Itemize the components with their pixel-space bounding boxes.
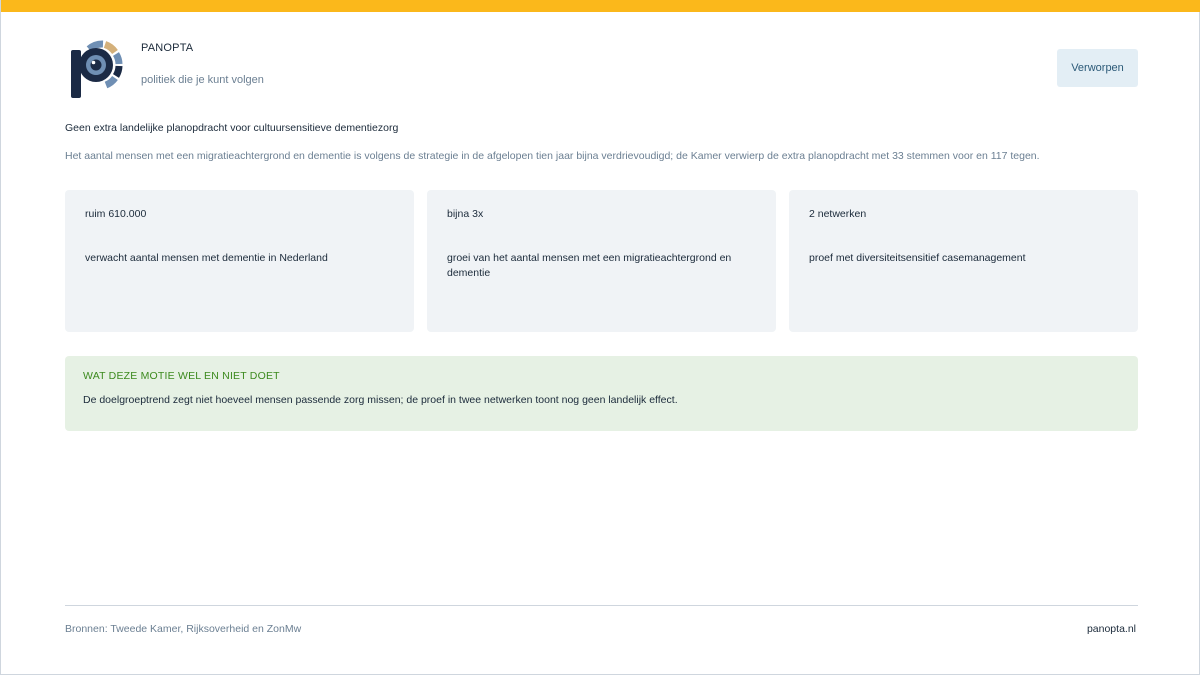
motion-note: WAT DEZE MOTIE WEL EN NIET DOET De doelg…	[65, 356, 1138, 431]
motion-title: Geen extra landelijke planopdracht voor …	[65, 122, 399, 134]
page-frame: PANOPTA politiek die je kunt volgen Verw…	[0, 0, 1200, 675]
accent-bar	[1, 0, 1200, 12]
stat-description: proef met diversiteitsensitief casemanag…	[809, 252, 1026, 264]
stat-description: groei van het aantal mensen met een migr…	[447, 252, 732, 279]
stat-card: bijna 3x groei van het aantal mensen met…	[427, 190, 776, 332]
brand-tagline: politiek die je kunt volgen	[141, 74, 264, 86]
stat-description: verwacht aantal mensen met dementie in N…	[85, 252, 328, 264]
stat-card: ruim 610.000 verwacht aantal mensen met …	[65, 190, 414, 332]
note-text: De doelgroeptrend zegt niet hoeveel mens…	[83, 394, 678, 406]
sources-text: Bronnen: Tweede Kamer, Rijksoverheid en …	[65, 623, 302, 635]
stat-value: ruim 610.000	[85, 208, 147, 220]
brand-name: PANOPTA	[141, 42, 194, 54]
note-heading: WAT DEZE MOTIE WEL EN NIET DOET	[83, 370, 280, 382]
site-link[interactable]: panopta.nl	[1087, 623, 1136, 635]
motion-summary: Het aantal mensen met een migratieachter…	[65, 150, 1040, 162]
stat-value: 2 netwerken	[809, 208, 867, 220]
panopta-logo-icon	[69, 40, 123, 100]
footer-divider	[65, 605, 1138, 606]
stat-value: bijna 3x	[447, 208, 484, 220]
stat-card: 2 netwerken proef met diversiteitsensiti…	[789, 190, 1138, 332]
status-badge: Verworpen	[1057, 49, 1138, 87]
